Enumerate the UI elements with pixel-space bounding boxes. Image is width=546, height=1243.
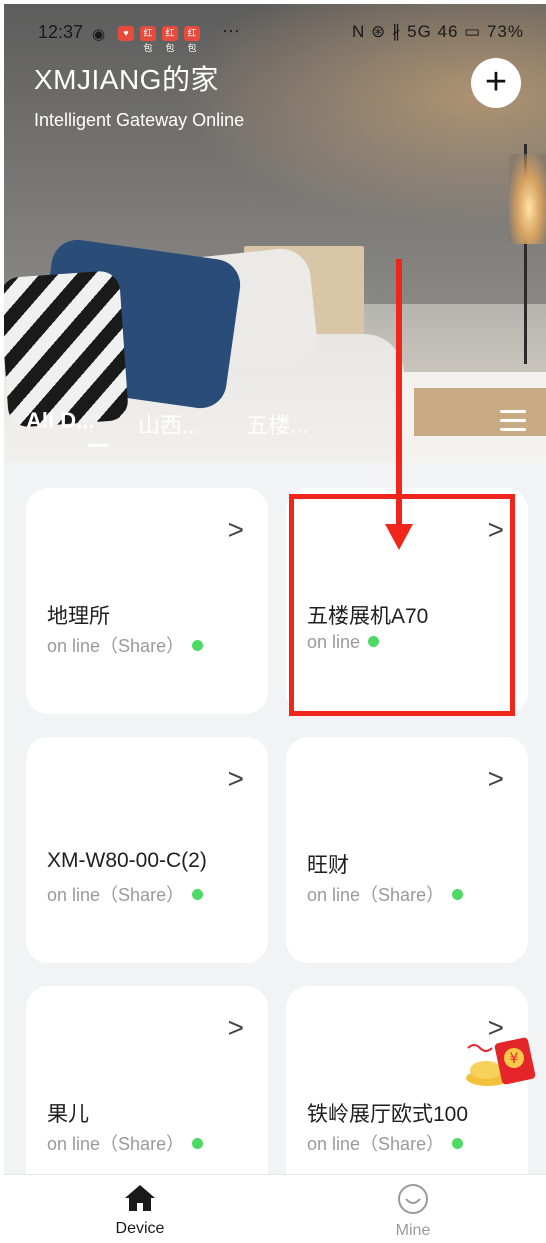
device-status: on line（Share） <box>47 1130 204 1156</box>
device-status: on line（Share） <box>47 632 204 658</box>
device-name: 铁岭展厅欧式100 <box>307 1103 469 1126</box>
chevron-right-icon: > <box>487 763 504 794</box>
gateway-status: Intelligent Gateway Online <box>34 110 245 130</box>
device-card[interactable]: > 果儿 on line（Share） <box>26 986 268 1174</box>
device-name: XM-W80-00-C(2) <box>47 849 207 872</box>
device-card[interactable]: > 地理所 on line（Share） <box>26 488 268 714</box>
nav-mine-label: Mine <box>395 1222 431 1239</box>
nav-device[interactable]: Device <box>80 1183 200 1238</box>
bottom-nav: Device Mine <box>4 1174 546 1243</box>
chevron-right-icon: > <box>227 763 244 794</box>
notification-icon: 红包 <box>140 26 156 53</box>
online-dot-icon <box>192 889 204 900</box>
chevron-right-icon: > <box>227 1012 244 1043</box>
annotation-arrow <box>396 259 402 529</box>
status-time: 12:37 <box>38 22 84 42</box>
tab-fifth-floor[interactable]: 五楼... <box>246 408 308 440</box>
smile-icon <box>398 1184 428 1214</box>
online-dot-icon <box>192 1138 204 1149</box>
phone-screen: 12:37 ◉ ♥ 红包 红包 红包 红包 ··· N ⊛ ∦ 5G 46 ▭ … <box>4 4 546 1243</box>
annotation-arrow-head <box>385 524 413 550</box>
device-card[interactable]: > 旺财 on line（Share） <box>286 737 528 963</box>
device-status: on line（Share） <box>47 881 204 907</box>
device-name: 果儿 <box>47 1103 89 1126</box>
add-device-button[interactable]: + <box>471 58 521 108</box>
lamp-image <box>509 154 546 244</box>
more-notifications: ··· <box>222 20 240 40</box>
eye-icon: ◉ <box>92 26 106 43</box>
online-dot-icon <box>192 640 204 651</box>
device-name: 地理所 <box>47 605 110 628</box>
device-status: on line（Share） <box>307 881 464 907</box>
device-status: on line（Share） <box>307 1130 464 1156</box>
chevron-right-icon: > <box>227 514 244 545</box>
device-name: 旺财 <box>307 854 349 877</box>
notification-icon: 红包 <box>184 26 200 53</box>
notification-icon: ♥ <box>118 26 134 41</box>
device-card[interactable]: > XM-W80-00-C(2) on line（Share） <box>26 737 268 963</box>
online-dot-icon <box>452 889 464 900</box>
notification-icon: 红包 <box>162 26 178 53</box>
tab-shanxi[interactable]: 山西... <box>138 408 200 440</box>
status-bar: 12:37 ◉ ♥ 红包 红包 红包 红包 ··· N ⊛ ∦ 5G 46 ▭ … <box>4 18 546 53</box>
online-dot-icon <box>452 1138 464 1149</box>
status-indicators: N ⊛ ∦ 5G 46 ▭ 73% <box>351 22 524 41</box>
home-icon <box>125 1185 155 1211</box>
tab-all-devices[interactable]: All D... <box>26 408 94 434</box>
tab-indicator <box>88 444 108 447</box>
home-title[interactable]: XMJIANG的家 <box>34 58 219 98</box>
home-banner: 12:37 ◉ ♥ 红包 红包 红包 红包 ··· N ⊛ ∦ 5G 46 ▭ … <box>4 4 546 462</box>
svg-text:¥: ¥ <box>510 1051 519 1067</box>
menu-icon[interactable] <box>500 410 526 432</box>
red-packet-icon[interactable]: ¥ <box>464 1034 536 1088</box>
nav-device-label: Device <box>115 1220 165 1237</box>
nav-mine[interactable]: Mine <box>353 1183 473 1240</box>
